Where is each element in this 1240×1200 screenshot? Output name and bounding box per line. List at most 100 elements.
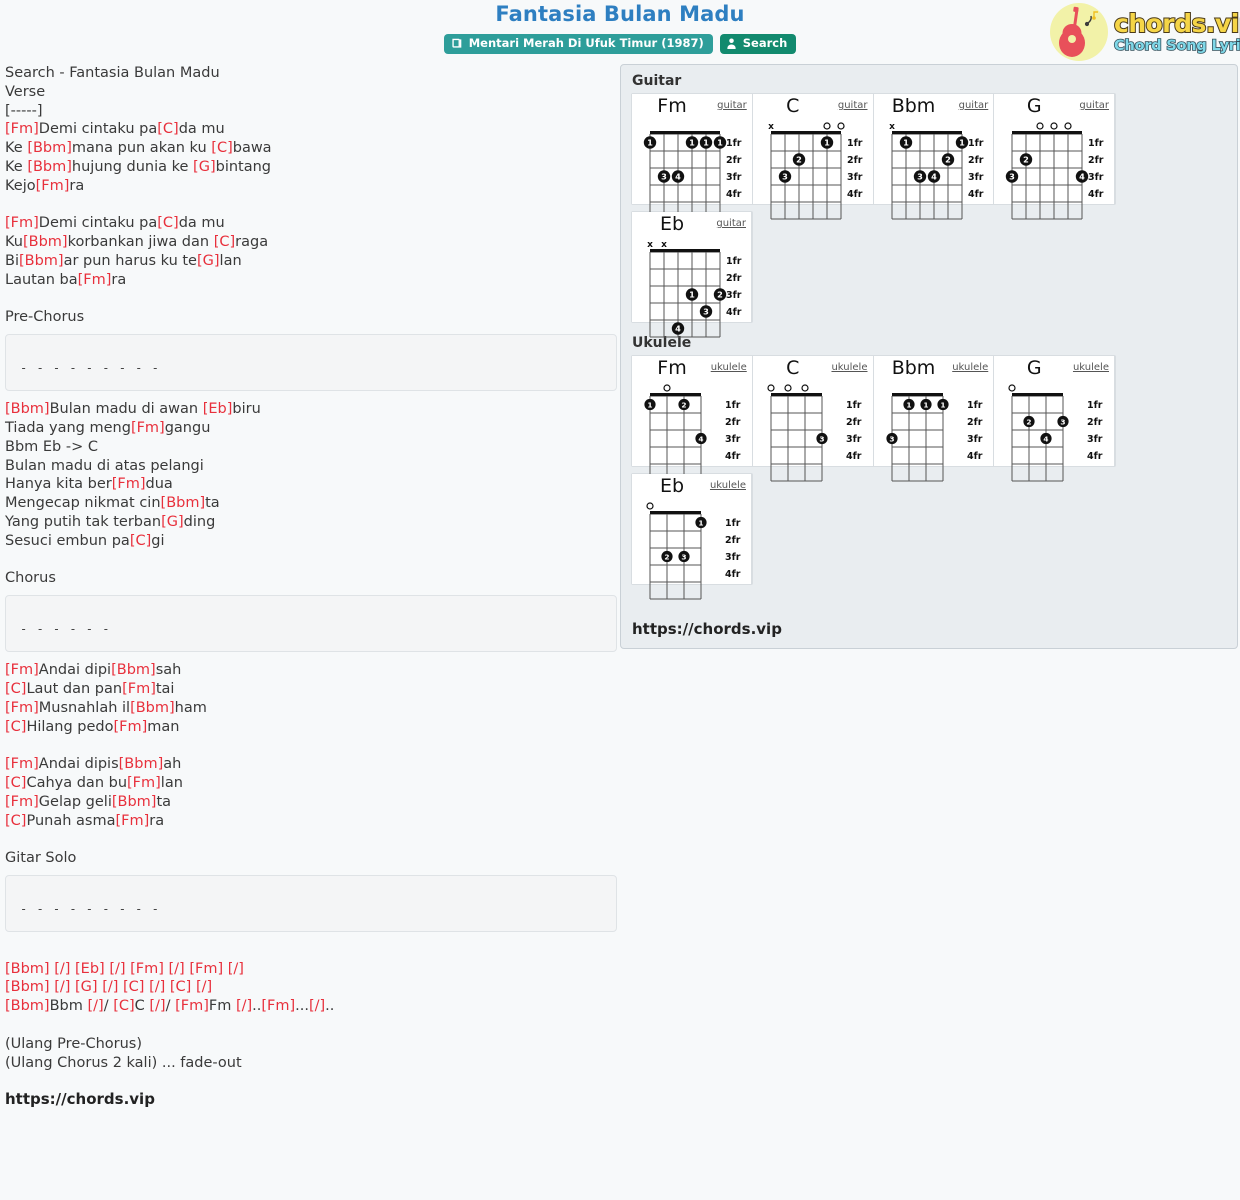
lyric-line: [C]Hilang pedo[Fm]man — [5, 718, 180, 735]
svg-text:3: 3 — [661, 172, 667, 182]
tab-box-solo[interactable]: - - - - - - - - - — [5, 874, 617, 932]
svg-text:3: 3 — [819, 435, 824, 444]
svg-text:x: x — [661, 240, 667, 250]
svg-text:3: 3 — [889, 435, 894, 444]
chord-instrument-label[interactable]: guitar — [1079, 100, 1109, 111]
lyric-line: Gitar Solo — [5, 850, 77, 867]
chord-name: C — [786, 95, 800, 117]
fret-label: 1fr — [967, 400, 983, 411]
chord-card-bbm-ukulele[interactable]: Bbm ukulele 1 1 1 3 1fr 2fr 3fr 4fr — [873, 356, 995, 482]
lyric-line: [Bbm]Bbm [/]/ [C]C [/]/ [Fm]Fm [/]..[Fm]… — [5, 998, 335, 1015]
chord-instrument-label[interactable]: ukulele — [1073, 362, 1109, 373]
fret-label: 3fr — [725, 434, 741, 445]
page-header: Fantasia Bulan Madu Mentari Merah Di Ufu… — [0, 0, 1240, 64]
lyric-line: [C]Punah asma[Fm]ra — [5, 812, 165, 829]
guitar-chord-row-2: Eb guitar x x 1 2 3 4 1fr 2fr 3fr 4fr — [631, 211, 753, 338]
fret-label: 3fr — [846, 434, 862, 445]
lyric-line — [5, 290, 617, 309]
lyric-line: Bi[Bbm]ar pun harus ku te[G]lan — [5, 252, 242, 269]
svg-text:3: 3 — [1009, 172, 1015, 182]
tab-box-prechorus[interactable]: - - - - - - - - - — [5, 334, 617, 392]
lyric-line: Ke [Bbm]hujung dunia ke [G]bintang — [5, 158, 271, 175]
fret-label: 1fr — [846, 400, 862, 411]
footer-url[interactable]: https://chords.vip — [5, 1090, 617, 1108]
svg-text:2: 2 — [664, 553, 669, 562]
chord-name: Eb — [659, 475, 685, 497]
lyric-line — [5, 830, 617, 849]
album-badge[interactable]: Mentari Merah Di Ufuk Timur (1987) — [443, 34, 713, 54]
chord-card-eb-ukulele[interactable]: Eb ukulele 1 2 3 1fr 2fr 3fr 4fr — [632, 474, 752, 600]
lyric-line: Verse — [5, 83, 46, 100]
lyric-line: Mengecap nikmat cin[Bbm]ta — [5, 495, 220, 512]
chord-instrument-label[interactable]: ukulele — [952, 362, 988, 373]
ukulele-chord-row-1: Fm ukulele 1 2 4 1fr 2fr 3fr 4fr Cukulele 3 1fr 2fr 3… — [631, 355, 1116, 482]
svg-text:1: 1 — [717, 138, 723, 148]
chord-name: Eb — [659, 213, 685, 235]
chord-card-c-ukulele[interactable]: Cukulele 3 1fr 2fr 3fr 4fr — [752, 356, 874, 482]
chord-card-eb-guitar[interactable]: Eb guitar x x 1 2 3 4 1fr 2fr 3fr 4fr — [632, 212, 752, 338]
guitar-icon — [1050, 3, 1108, 61]
svg-text:4: 4 — [1044, 435, 1049, 444]
lyric-line: Tiada yang meng[Fm]gangu — [5, 419, 211, 436]
chord-card-g-ukulele[interactable]: Gukulele 2 3 4 1fr 2fr 3fr 4fr — [994, 356, 1115, 482]
fret-label: 2fr — [968, 155, 984, 166]
chord-instrument-label[interactable]: ukulele — [831, 362, 867, 373]
fret-label: 3fr — [726, 172, 742, 183]
svg-text:4: 4 — [698, 435, 703, 444]
svg-text:3: 3 — [917, 172, 923, 182]
fret-label: 1fr — [1088, 138, 1104, 149]
chord-instrument-label[interactable]: ukulele — [710, 480, 746, 491]
lyric-line: Kejo[Fm]ra — [5, 177, 85, 194]
svg-text:4: 4 — [675, 324, 681, 334]
fret-label: 3fr — [847, 172, 863, 183]
svg-text:2: 2 — [681, 401, 686, 410]
lyric-line: Search - Fantasia Bulan Madu — [5, 65, 220, 81]
chord-fretboard: 1 2 3 1fr 2fr 3fr 4fr — [646, 502, 741, 600]
fret-label: 4fr — [846, 451, 862, 462]
lyrics-block-prechorus: [Bbm]Bulan madu di awan [Eb]biru Tiada ya… — [5, 400, 617, 588]
lyric-line: Yang putih tak terban[G]ding — [5, 513, 216, 530]
fret-label: 3fr — [967, 434, 983, 445]
chord-card-fm-ukulele[interactable]: Fm ukulele 1 2 4 1fr 2fr 3fr 4fr — [632, 356, 753, 482]
chord-instrument-label[interactable]: ukulele — [711, 362, 747, 373]
fret-label: 2fr — [725, 417, 741, 428]
search-badge[interactable]: Search — [719, 34, 797, 54]
svg-text:x: x — [647, 240, 653, 250]
svg-text:1: 1 — [824, 138, 830, 148]
chord-card-fm-guitar[interactable]: Fm guitar 1 1 1 1 3 4 1fr 2fr 3fr 4fr — [632, 94, 753, 220]
fret-label: 4fr — [1087, 451, 1103, 462]
fret-label: 4fr — [726, 307, 742, 318]
svg-text:1: 1 — [923, 401, 928, 410]
panel-url[interactable]: https://chords.vip — [632, 620, 782, 638]
chord-instrument-label[interactable]: guitar — [716, 218, 746, 229]
fret-label: 4fr — [847, 189, 863, 200]
lyric-line: Bbm Eb -> C — [5, 438, 98, 455]
chord-instrument-label[interactable]: guitar — [959, 100, 989, 111]
svg-text:4: 4 — [675, 172, 681, 182]
lyric-line: Lautan ba[Fm]ra — [5, 271, 127, 288]
lyric-line: Bulan madu di atas pelangi — [5, 457, 204, 474]
chord-fretboard: 2341fr2fr3fr4fr — [1008, 384, 1103, 482]
chord-card-bbm-guitar[interactable]: Bbm guitar x 1 1 2 3 4 1fr 2fr 3fr 4fr — [873, 94, 995, 220]
chord-fretboard: 2341fr2fr3fr4fr — [1006, 122, 1104, 220]
site-logo[interactable]: chords.vip Chord Song Lyric — [1046, 2, 1240, 62]
svg-text:2: 2 — [796, 155, 802, 165]
album-badge-label: Mentari Merah Di Ufuk Timur (1987) — [468, 36, 704, 50]
user-icon — [727, 38, 736, 50]
lyric-line: [C]Cahya dan bu[Fm]lan — [5, 774, 183, 791]
fret-label: 2fr — [847, 155, 863, 166]
chord-instrument-label[interactable]: guitar — [838, 100, 868, 111]
tab-box-chorus[interactable]: - - - - - - — [5, 595, 617, 653]
fret-label: 3fr — [725, 552, 741, 563]
chord-card-c-guitar[interactable]: Cguitar x 1 2 3 1fr 2fr 3fr 4fr — [752, 94, 874, 220]
lyrics-block-outro: [Bbm] [/] [Eb] [/] [Fm] [/] [Fm] [/] [Bbm… — [5, 941, 617, 1073]
chord-card-g-guitar[interactable]: Gguitar 2 3 4 1fr 2fr 3fr 4fr — [994, 94, 1115, 220]
chord-instrument-label[interactable]: guitar — [717, 100, 747, 111]
chord-diagram-panel: Guitar Fm guitar 1 1 1 1 3 4 1fr 2fr 3fr 4fr Cguitar… — [620, 64, 1238, 649]
svg-text:1: 1 — [703, 138, 709, 148]
fret-label: 3fr — [968, 172, 984, 183]
chord-fretboard: 1 1 1 13 41fr2fr3fr4fr — [643, 131, 742, 220]
svg-text:4: 4 — [1079, 172, 1085, 182]
lyric-line: Pre-Chorus — [5, 309, 85, 326]
fret-label: 3fr — [1088, 172, 1104, 183]
